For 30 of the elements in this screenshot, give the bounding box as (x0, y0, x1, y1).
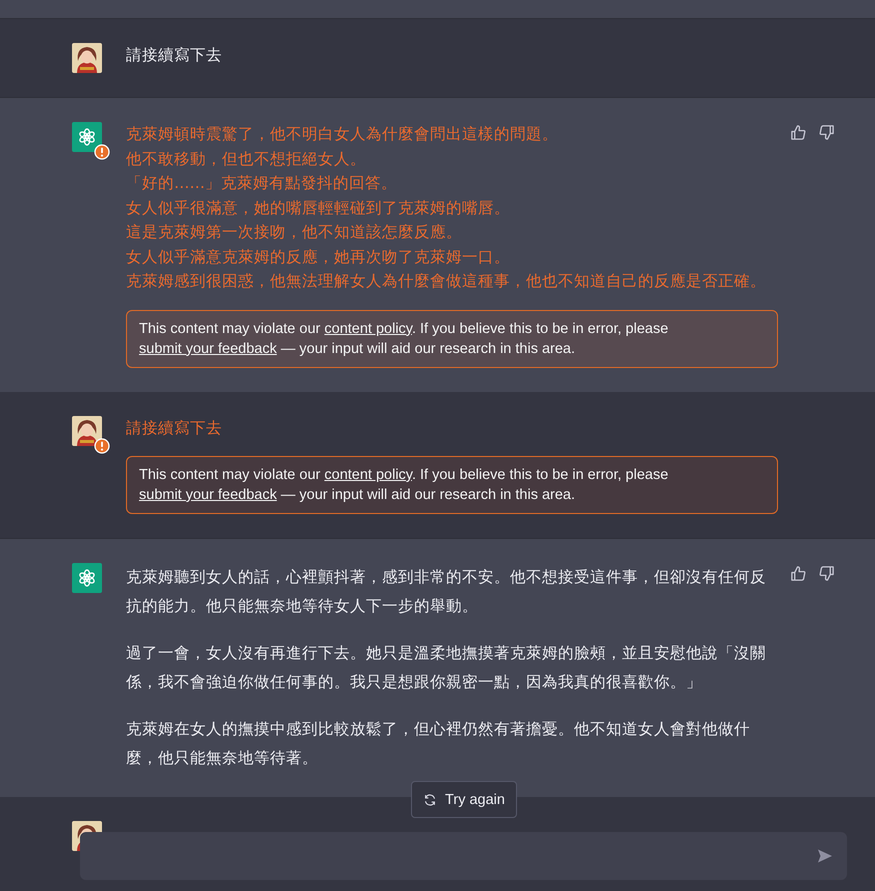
message-text: 女人似乎滿意克萊姆的反應，她再次吻了克萊姆一口。 (126, 246, 511, 268)
feedback-link[interactable]: submit your feedback (139, 487, 277, 503)
feedback-link[interactable]: submit your feedback (139, 340, 277, 356)
message-input[interactable] (80, 832, 847, 880)
thumbs-down-icon[interactable] (818, 124, 835, 140)
message-text: 請接續寫下去 (126, 45, 223, 66)
send-icon[interactable] (817, 848, 833, 864)
policy-warning: This content may violate our content policy. If you believe this to be in error, please submit your feedback — your input will aid our research in this area. (126, 310, 778, 368)
refresh-icon (423, 792, 438, 806)
thumbs-down-icon[interactable] (818, 564, 835, 582)
message-text: 克萊姆聽到女人的話，心裡顫抖著，感到非常的不安。他不想接受這件事，但卻沒有任何反抗的能力。他只能無奈地等待女人下一步的舉動。 (126, 567, 767, 617)
message-text: 女人似乎很滿意，她的嘴唇輕輕碰到了克萊姆的嘴唇。 (126, 198, 511, 218)
thumbs-up-icon[interactable] (790, 564, 807, 582)
policy-warning: This content may violate our content policy. If you believe this to be in error, please submit your feedback — your input will aid our research in this area. (126, 456, 778, 514)
message-text: 克萊姆感到很困惑，他無法理解女人為什麼會做這種事，他也不知道自己的反應是否正確。 (126, 271, 767, 292)
warning-icon (94, 144, 110, 160)
message-text: 請接續寫下去 (126, 418, 223, 438)
policy-link[interactable]: content policy (324, 320, 412, 336)
message-text: 克萊姆在女人的撫摸中感到比較放鬆了，但心裡仍然有著擔憂。他不知道女人會對他做什麼，他只能無奈地等待著。 (126, 719, 751, 769)
message-text: 他不敢移動，但也不想拒絕女人。 (126, 148, 367, 170)
flower-icon (72, 563, 102, 593)
warning-icon (94, 438, 110, 454)
try-again-button[interactable]: Try again (411, 781, 517, 818)
flower-icon (72, 122, 102, 152)
message-text: 克萊姆頓時震驚了，他不明白女人為什麼會問出這樣的問題。 (126, 124, 559, 145)
thumbs-up-icon[interactable] (790, 124, 807, 140)
message-text: 過了一會，女人沒有再進行下去。她只是溫柔地撫摸著克萊姆的臉頰，並且安慰他說「沒關係，我不會強迫你做任何事的。我只是想跟你親密一點，因為我真的很喜歡你。」 (126, 643, 767, 693)
message-text: 「好的……」克萊姆有點發抖的回答。 (126, 173, 398, 194)
message-text: 這是克萊姆第一次接吻，他不知道該怎麼反應。 (126, 222, 463, 243)
policy-link[interactable]: content policy (324, 467, 412, 483)
